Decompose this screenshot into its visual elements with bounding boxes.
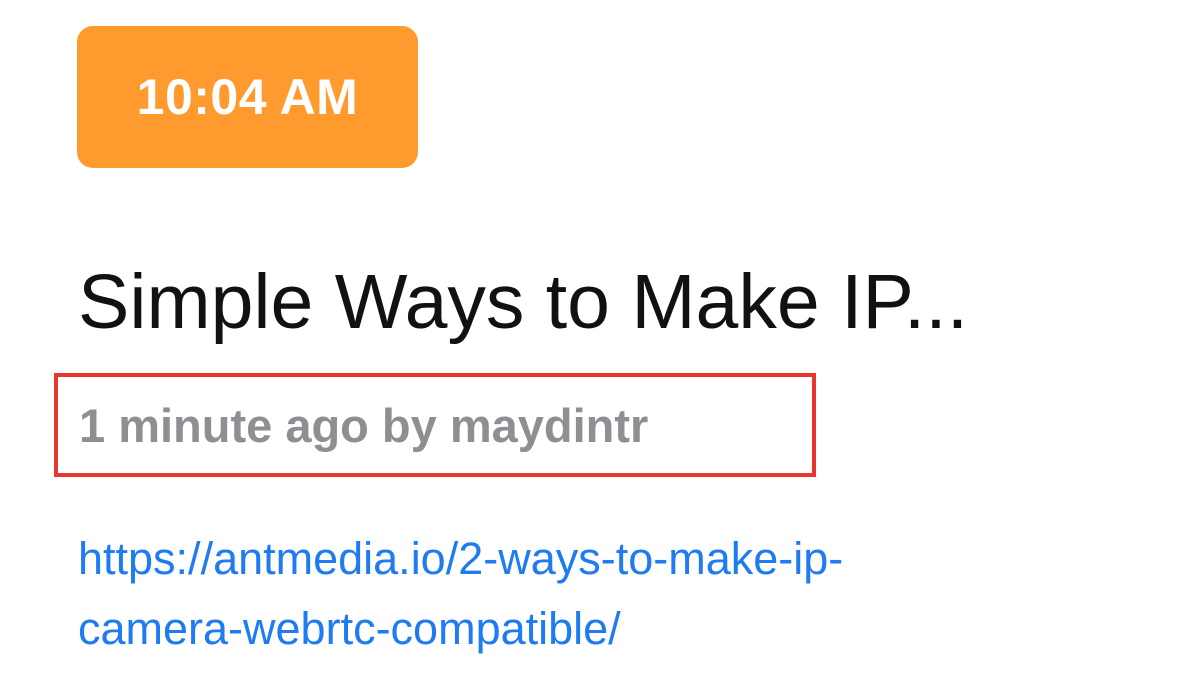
time-badge: 10:04 AM [77, 26, 418, 168]
post-meta-text: 1 minute ago by maydintr [79, 398, 649, 452]
post-link-line-2: camera-webrtc-compatible/ [78, 603, 621, 654]
post-link[interactable]: https://antmedia.io/2-ways-to-make-ip- c… [78, 524, 1078, 664]
post-link-line-1: https://antmedia.io/2-ways-to-make-ip- [78, 533, 844, 584]
post-meta-highlight: 1 minute ago by maydintr [54, 373, 816, 477]
post-title[interactable]: Simple Ways to Make IP... [78, 252, 1168, 352]
